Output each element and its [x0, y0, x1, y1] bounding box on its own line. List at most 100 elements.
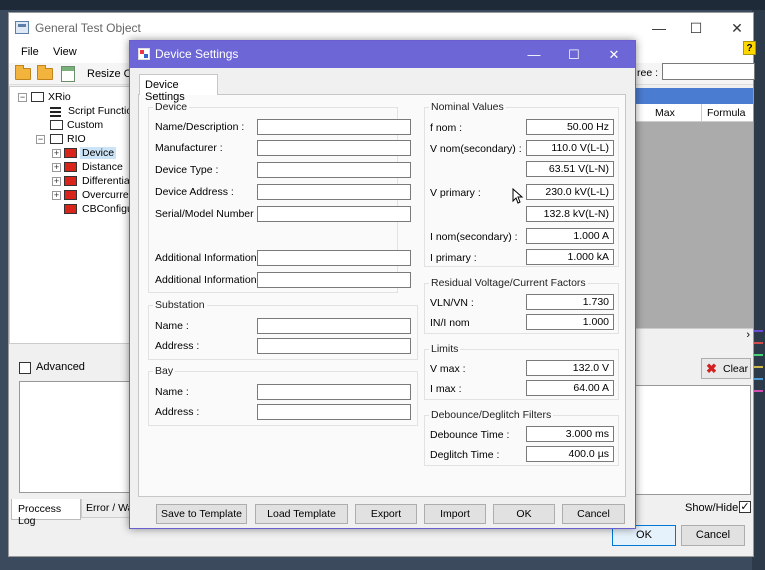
showhide-checkbox[interactable]: ✓ — [739, 501, 751, 513]
manufacturer-input[interactable] — [257, 140, 411, 156]
field-label: Additional Information1 : — [155, 252, 269, 264]
open-folder-icon[interactable] — [15, 65, 31, 80]
field-label: Name : — [155, 320, 189, 332]
expand-icon[interactable]: + — [52, 149, 61, 158]
device-address-input[interactable] — [257, 184, 411, 200]
field-label: Additional Information2 : — [155, 274, 269, 286]
bay-group-title: Bay — [153, 365, 176, 377]
import-button[interactable]: Import — [424, 504, 486, 524]
tab-device-settings[interactable]: Device Settings — [139, 74, 218, 103]
advanced-checkbox[interactable] — [19, 362, 31, 374]
field-label: I max : — [430, 383, 462, 395]
folder-icon — [50, 134, 63, 144]
substation-address-input[interactable] — [257, 338, 411, 354]
field-label: V nom(secondary) : — [430, 143, 522, 155]
device-settings-dialog: Device Settings — ☐ ✕ Device Name/Descri… — [129, 40, 636, 529]
expand-icon[interactable]: + — [52, 163, 61, 172]
field-label: V max : — [430, 363, 466, 375]
clear-icon: ✖ — [706, 361, 717, 376]
tab-process-log[interactable]: Proccess Log — [11, 499, 81, 527]
substation-group-title: Substation — [153, 299, 207, 311]
advanced-label: Advanced — [36, 361, 85, 373]
dialog-minimize-button[interactable]: — — [514, 41, 554, 68]
column-max[interactable]: Max — [655, 107, 675, 119]
save-to-template-button[interactable]: Save to Template — [156, 504, 247, 524]
tree-panel: − XRio Script Functions Custom − RIO + D… — [9, 86, 143, 344]
tree-item-label: Distance — [82, 161, 123, 173]
serial-number-input[interactable] — [257, 206, 411, 222]
i-max-input[interactable]: 64.00 A — [526, 380, 614, 396]
help-icon[interactable]: ? — [743, 41, 756, 55]
folder-icon — [31, 92, 44, 102]
tree-filter-label: ree : — [637, 67, 659, 79]
bay-address-input[interactable] — [257, 404, 411, 420]
additional-info1-input[interactable] — [257, 250, 411, 266]
v-primary-ll-input[interactable]: 230.0 kV(L-L) — [526, 184, 614, 200]
dialog-maximize-button[interactable]: ☐ — [554, 41, 594, 68]
bay-name-input[interactable] — [257, 384, 411, 400]
field-label: VLN/VN : — [430, 297, 474, 309]
module-icon — [64, 176, 77, 186]
maximize-button[interactable]: ☐ — [676, 13, 716, 43]
collapse-icon[interactable]: − — [36, 135, 45, 144]
open-folder-2-icon[interactable] — [37, 65, 53, 80]
tab-error-warning[interactable]: Error / War — [81, 499, 131, 518]
nominal-values-group-title: Nominal Values — [429, 101, 506, 113]
minimize-button[interactable]: — — [639, 13, 679, 43]
document-icon[interactable] — [61, 66, 75, 82]
log-area[interactable] — [19, 381, 134, 493]
list-icon — [50, 107, 61, 117]
substation-name-input[interactable] — [257, 318, 411, 334]
field-label: IN/I nom — [430, 317, 470, 329]
menu-file[interactable]: File — [21, 46, 39, 58]
app-icon — [15, 21, 29, 34]
grid-body[interactable] — [625, 122, 753, 342]
field-label: V primary : — [430, 187, 481, 199]
device-type-input[interactable] — [257, 162, 411, 178]
menu-view[interactable]: View — [53, 46, 77, 58]
dialog-title: Device Settings — [155, 47, 239, 61]
dialog-close-button[interactable]: ✕ — [594, 41, 634, 68]
dialog-ok-button[interactable]: OK — [493, 504, 555, 524]
deglitch-time-input[interactable]: 400.0 µs — [526, 446, 614, 462]
scroll-right-icon[interactable]: › — [746, 329, 750, 341]
debounce-time-input[interactable]: 3.000 ms — [526, 426, 614, 442]
log-area-right[interactable] — [629, 385, 751, 495]
expand-icon[interactable]: + — [52, 191, 61, 200]
module-icon — [64, 204, 77, 214]
tree-item-label: Differential — [82, 175, 132, 187]
v-nom-secondary-ll-input[interactable]: 110.0 V(L-L) — [526, 140, 614, 156]
clear-button[interactable]: ✖ Clear — [701, 358, 751, 379]
in-inom-input[interactable]: 1.000 — [526, 314, 614, 330]
tab-page-device-settings: Device Name/Description : Manufacturer :… — [138, 94, 626, 497]
column-formula[interactable]: Formula — [707, 107, 746, 119]
tree-item-label: Custom — [67, 119, 104, 131]
grid-caption — [625, 88, 753, 104]
name-description-input[interactable] — [257, 119, 411, 135]
main-cancel-button[interactable]: Cancel — [681, 525, 745, 546]
i-primary-input[interactable]: 1.000 kA — [526, 249, 614, 265]
close-button[interactable]: ✕ — [717, 13, 757, 43]
f-nom-input[interactable]: 50.00 Hz — [526, 119, 614, 135]
clear-label: Clear — [723, 363, 749, 375]
field-label: Address : — [155, 406, 200, 418]
load-template-button[interactable]: Load Template — [255, 504, 348, 524]
v-primary-ln-input[interactable]: 132.8 kV(L-N) — [526, 206, 614, 222]
field-label: Name/Description : — [155, 121, 245, 133]
vln-vn-input[interactable]: 1.730 — [526, 294, 614, 310]
grid-column-headers: Max Formula — [625, 104, 753, 122]
main-titlebar: General Test Object — ☐ ✕ — [9, 13, 753, 43]
collapse-icon[interactable]: − — [18, 93, 27, 102]
horizontal-scrollbar[interactable]: › — [625, 328, 753, 343]
v-max-input[interactable]: 132.0 V — [526, 360, 614, 376]
v-nom-secondary-ln-input[interactable]: 63.51 V(L-N) — [526, 161, 614, 177]
field-label: Deglitch Time : — [430, 449, 500, 461]
dialog-cancel-button[interactable]: Cancel — [562, 504, 625, 524]
additional-info2-input[interactable] — [257, 272, 411, 288]
expand-icon[interactable]: + — [52, 177, 61, 186]
tree-filter-input[interactable] — [662, 63, 755, 80]
field-label: Name : — [155, 386, 189, 398]
i-nom-secondary-input[interactable]: 1.000 A — [526, 228, 614, 244]
dialog-titlebar[interactable]: Device Settings — ☐ ✕ — [130, 41, 635, 68]
export-button[interactable]: Export — [355, 504, 417, 524]
